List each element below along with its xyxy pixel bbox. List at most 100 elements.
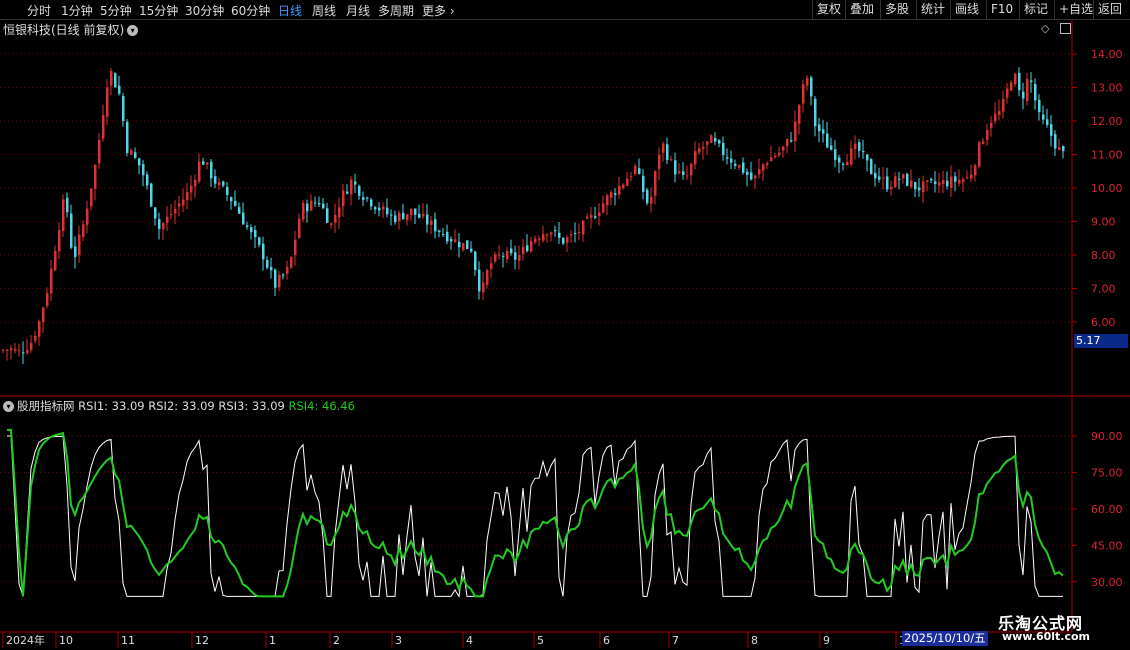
candle-body — [90, 188, 93, 207]
candle-body — [350, 179, 353, 195]
candle — [314, 196, 317, 207]
candle-body — [918, 187, 921, 191]
candle-body — [970, 174, 973, 179]
candle-body — [786, 138, 789, 147]
candle-body — [342, 190, 345, 207]
candle-body — [282, 274, 285, 276]
candle-body — [202, 161, 205, 165]
candle-body — [58, 230, 61, 252]
chart-canvas[interactable]: 14.00 13.00 12.00 11.00 10.00 9.00 8.00 7.00 6.0… — [0, 0, 1130, 650]
candle-body — [106, 87, 109, 117]
candle-body — [478, 269, 481, 292]
candle-body — [482, 282, 485, 293]
candle — [582, 219, 585, 242]
candle-body — [758, 169, 761, 175]
candle — [202, 157, 205, 165]
candle-body — [826, 133, 829, 148]
candle-body — [430, 220, 433, 225]
candle-body — [214, 176, 217, 184]
candle — [730, 150, 733, 169]
candle — [1014, 72, 1017, 87]
candle — [926, 180, 929, 192]
candle — [542, 225, 545, 243]
candle — [866, 154, 869, 172]
candle — [994, 102, 997, 125]
candle-body — [98, 140, 101, 164]
candle-body — [754, 175, 757, 179]
candle — [130, 148, 133, 155]
candle-body — [274, 269, 277, 288]
candle-body — [10, 348, 13, 351]
candle-body — [662, 143, 665, 153]
candle — [366, 196, 369, 202]
candle — [570, 230, 573, 243]
candle-body — [382, 206, 385, 210]
candle-body — [1030, 80, 1033, 82]
candle — [186, 183, 189, 210]
candle — [990, 115, 993, 137]
candle — [50, 259, 53, 302]
candle — [162, 221, 165, 240]
candle — [78, 225, 81, 263]
candle — [274, 268, 277, 297]
candle-body — [234, 200, 237, 206]
candle-body — [914, 181, 917, 190]
candle — [562, 237, 565, 246]
candle — [666, 137, 669, 165]
candle-body — [14, 348, 17, 351]
candle-body — [622, 184, 625, 188]
candle-body — [1022, 91, 1025, 99]
candle — [790, 132, 793, 143]
candle-body — [610, 192, 613, 198]
candle — [814, 95, 817, 137]
candle-body — [414, 208, 417, 215]
candle — [34, 330, 37, 344]
candle-body — [738, 164, 741, 168]
candle — [1042, 105, 1045, 125]
candle-body — [22, 352, 25, 354]
candle — [18, 343, 21, 357]
candle — [222, 180, 225, 188]
candle-body — [790, 140, 793, 142]
candle-body — [522, 246, 525, 254]
candle — [850, 140, 853, 167]
candle-body — [6, 349, 9, 351]
candle — [470, 241, 473, 253]
time-tick-label: 4 — [466, 634, 473, 647]
candle — [550, 231, 553, 242]
price-tick-label: 14.00 — [1091, 48, 1123, 61]
candle — [322, 197, 325, 210]
candle — [38, 319, 41, 346]
candle-body — [154, 207, 157, 219]
candle-body — [446, 231, 449, 242]
candle-body — [950, 176, 953, 188]
candle — [506, 247, 509, 263]
candle-body — [1002, 98, 1005, 112]
candle-body — [530, 241, 533, 252]
candle-body — [534, 238, 537, 243]
candle-body — [886, 176, 889, 190]
candle — [946, 171, 949, 190]
candle-body — [426, 214, 429, 225]
candle-body — [278, 274, 281, 288]
candle — [526, 233, 529, 253]
candle — [658, 147, 661, 181]
chevron-down-icon[interactable]: ▾ — [3, 401, 14, 412]
candle — [382, 202, 385, 219]
candle-body — [922, 181, 925, 193]
candle — [930, 177, 933, 184]
candle-body — [830, 145, 833, 150]
candle-body — [550, 232, 553, 235]
candle — [886, 167, 889, 193]
candle-body — [318, 203, 321, 205]
candle-body — [602, 203, 605, 213]
candle-body — [338, 207, 341, 218]
candle-body — [954, 176, 957, 182]
candle-body — [778, 152, 781, 156]
candle-body — [942, 180, 945, 184]
candle — [190, 175, 193, 201]
candle — [522, 238, 525, 261]
candle — [822, 119, 825, 143]
candle — [894, 171, 897, 189]
candle-body — [218, 181, 221, 186]
